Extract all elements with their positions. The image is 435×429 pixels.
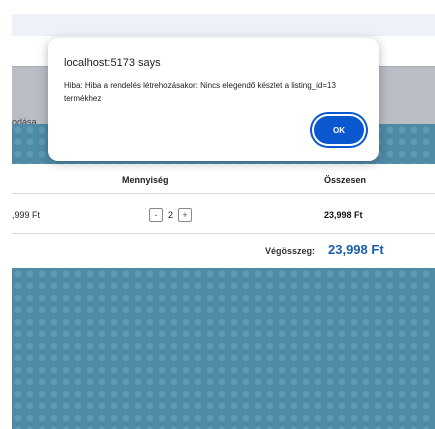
top-strip (12, 0, 435, 14)
grand-total-value: 23,998 Ft (328, 242, 384, 257)
decrement-button[interactable]: - (149, 208, 163, 222)
table-row: ,999 Ft - 2 + 23,998 Ft (12, 194, 435, 234)
cart-table-header: Mennyiség Összesen (12, 164, 435, 194)
cart-table: Mennyiség Összesen ,999 Ft - 2 + 23,998 … (12, 164, 435, 268)
dialog-message: Hiba: Hiba a rendelés létrehozásakor: Ni… (64, 81, 336, 103)
quantity-value: 2 (168, 210, 174, 220)
grand-total-label: Végösszeg: (265, 246, 316, 256)
cart-footer: Végösszeg: 23,998 Ft (12, 234, 435, 268)
increment-button[interactable]: + (178, 208, 193, 222)
row-total: 23,998 Ft (324, 210, 363, 220)
unit-price: ,999 Ft (12, 210, 41, 220)
ok-button[interactable]: OK (314, 116, 364, 144)
quantity-stepper: - 2 + (149, 208, 193, 222)
column-header-total: Összesen (324, 175, 367, 185)
dialog-title: localhost:5173 says (64, 57, 161, 69)
page-left-gutter (0, 0, 12, 429)
top-bar (12, 14, 435, 36)
alert-dialog: localhost:5173 says Hiba: Hiba a rendelé… (48, 38, 379, 161)
column-header-quantity: Mennyiség (122, 175, 169, 185)
